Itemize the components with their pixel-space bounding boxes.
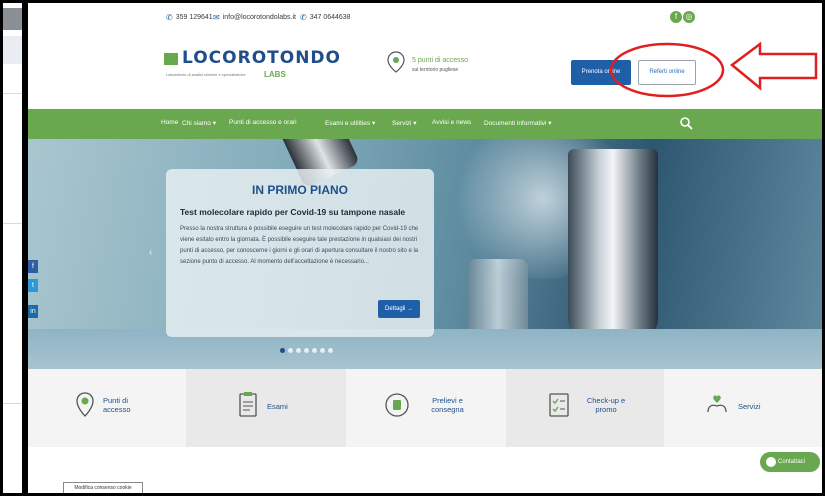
- nav-item-chi-siamo[interactable]: Chi siamo ▾: [182, 119, 216, 127]
- logo-mark[interactable]: [164, 53, 178, 65]
- slider-dot[interactable]: [288, 348, 293, 353]
- tile-punti-di-accesso[interactable]: Punti di accesso: [28, 369, 186, 447]
- nav-item-documenti[interactable]: Documenti informativi ▾: [484, 119, 552, 127]
- contattaci-label: Contattaci: [778, 459, 806, 465]
- contattaci-button[interactable]: Contattaci: [760, 452, 820, 472]
- access-points-subtitle: sul territorio pugliese: [412, 67, 459, 73]
- hero-card: IN PRIMO PIANO Test molecolare rapido pe…: [166, 169, 434, 337]
- syringe-icon: [385, 393, 409, 417]
- dettagli-button[interactable]: Dettagli →: [378, 300, 420, 318]
- background-window-strip: [3, 3, 22, 493]
- slider-dot[interactable]: [296, 348, 301, 353]
- hero-card-subtitle: Test molecolare rapido per Covid-19 su t…: [180, 207, 406, 217]
- mail-icon: ✉: [213, 13, 220, 22]
- microscope-objective: [568, 149, 658, 339]
- email-contact[interactable]: ✉ info@locorotondolabs.it: [213, 13, 296, 22]
- cookie-consent-button[interactable]: Modifica consenso cookie: [63, 482, 143, 493]
- phone-icon: ✆: [166, 13, 173, 22]
- background-window-toolbar: [3, 36, 22, 64]
- tile-label: Punti di accesso: [103, 396, 131, 414]
- phone-number: 359 129641: [175, 14, 213, 21]
- quick-links: Punti di accesso Esami Prelievi e conseg…: [28, 369, 822, 447]
- mobile-number: 347 0644638: [309, 14, 351, 21]
- facebook-icon[interactable]: f: [670, 11, 682, 23]
- clipboard-icon: [239, 392, 257, 417]
- hero-card-text: Presso la nostra struttura è possibile e…: [180, 226, 419, 265]
- twitter-share-icon[interactable]: t: [28, 279, 38, 292]
- email-address: info@locorotondolabs.it: [222, 14, 296, 21]
- slider-prev-arrow[interactable]: ‹: [149, 247, 152, 258]
- slider-dots: [280, 348, 333, 353]
- linkedin-share-icon[interactable]: in: [28, 305, 38, 318]
- nav-item-home[interactable]: Home: [161, 119, 178, 126]
- facebook-share-icon[interactable]: f: [28, 260, 38, 273]
- tile-label: Check-up e promo: [586, 396, 626, 414]
- instagram-icon[interactable]: ◎: [683, 11, 695, 23]
- logo-title[interactable]: LOCOROTONDO: [182, 48, 341, 68]
- phone-contact[interactable]: ✆ 359 129641: [166, 13, 213, 22]
- slider-dot[interactable]: [280, 348, 285, 353]
- screenshot-frame: ✆ 359 129641 ✉ info@locorotondolabs.it ✆…: [0, 0, 825, 496]
- hero-card-title: IN PRIMO PIANO: [251, 183, 348, 197]
- checklist-icon: [549, 393, 569, 417]
- background-window-divider: [3, 93, 22, 94]
- background-window-titlebar: [3, 8, 22, 30]
- access-points-title[interactable]: 5 punti di accesso: [412, 57, 468, 64]
- nav-item-avvisi-news[interactable]: Avvisi e news: [432, 119, 471, 126]
- location-pin-icon: [76, 392, 94, 417]
- slider-dot[interactable]: [328, 348, 333, 353]
- microscope-objective-middle: [468, 259, 528, 339]
- location-pin-icon: [387, 51, 405, 73]
- slider-dot[interactable]: [320, 348, 325, 353]
- whatsapp-icon: ✆: [300, 13, 307, 22]
- referti-online-button[interactable]: Referti online: [638, 60, 696, 85]
- tile-label: Prelievi e consegna: [431, 396, 464, 414]
- prenota-online-button[interactable]: Prenota online: [571, 60, 631, 85]
- nav-item-punti-di-accesso[interactable]: Punti di accesso e orari: [229, 119, 297, 126]
- logo-labs: LABS: [264, 70, 286, 79]
- slider-dot[interactable]: [304, 348, 309, 353]
- site-header: LOCOROTONDO Laboratorio di analisi clini…: [28, 33, 822, 109]
- page-bottom: Modifica consenso cookie Contattaci: [28, 447, 822, 493]
- website-page: ✆ 359 129641 ✉ info@locorotondolabs.it ✆…: [28, 3, 822, 493]
- tile-prelievi[interactable]: Prelievi e consegna: [346, 369, 506, 447]
- contact-bar: ✆ 359 129641 ✉ info@locorotondolabs.it ✆…: [28, 3, 822, 33]
- background-window-divider: [3, 223, 22, 224]
- tile-label: Esami: [267, 402, 288, 411]
- chat-icon: [766, 457, 776, 467]
- background-window-divider: [3, 403, 22, 404]
- tile-servizi[interactable]: Servizi: [664, 369, 822, 447]
- main-navigation: Home Chi siamo ▾ Punti di accesso e orar…: [28, 109, 822, 139]
- tile-esami[interactable]: Esami: [186, 369, 346, 447]
- nav-item-servizi[interactable]: Servizi ▾: [392, 119, 417, 127]
- tile-check-up[interactable]: Check-up e promo: [506, 369, 664, 447]
- tile-label: Servizi: [738, 402, 761, 411]
- logo-subtitle: Laboratorio di analisi cliniche e specia…: [166, 72, 246, 77]
- hand-heart-icon: [707, 395, 727, 413]
- slider-dot[interactable]: [312, 348, 317, 353]
- search-icon[interactable]: [679, 116, 693, 130]
- nav-item-esami[interactable]: Esami e utilities ▾: [325, 119, 375, 127]
- mobile-contact[interactable]: ✆ 347 0644638: [300, 13, 351, 22]
